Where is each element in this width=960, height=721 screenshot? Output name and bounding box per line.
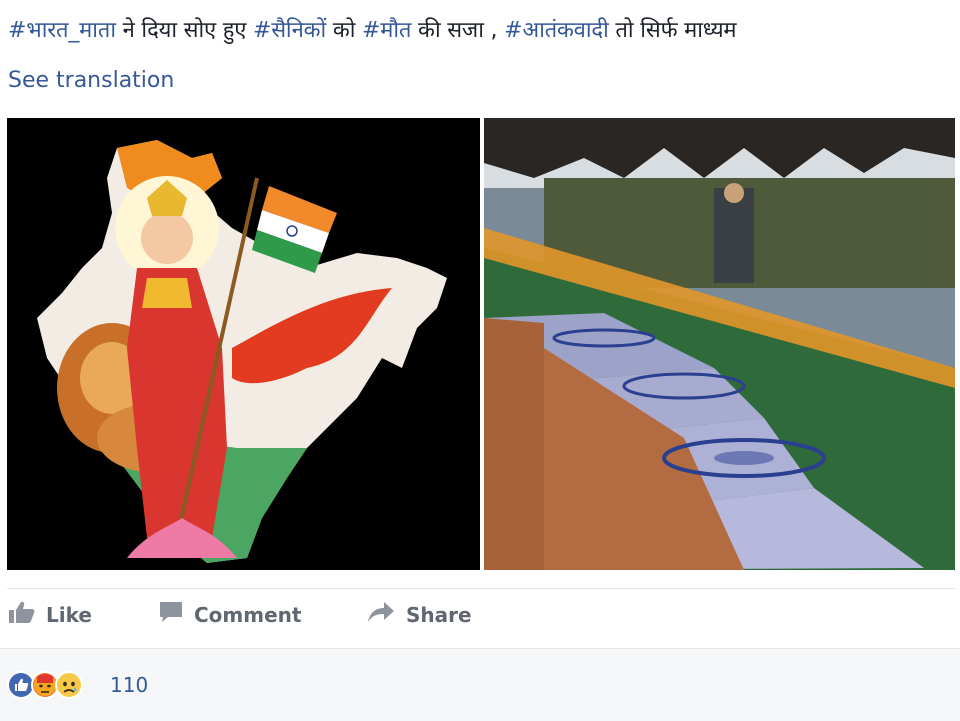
like-label: Like: [46, 602, 92, 627]
share-button[interactable]: Share: [366, 600, 472, 629]
post-text-segment: की सजा ,: [411, 18, 505, 43]
reaction-icons[interactable]: [7, 671, 103, 699]
photo-goddess-india-map[interactable]: [7, 118, 480, 570]
sad-icon: [55, 671, 83, 699]
reactions-bar: 110: [0, 648, 960, 721]
comment-label: Comment: [194, 602, 302, 627]
comment-button[interactable]: Comment: [158, 600, 301, 629]
hashtag-maut[interactable]: #मौत: [362, 18, 411, 43]
reaction-count[interactable]: 110: [110, 673, 148, 697]
share-icon: [366, 600, 396, 629]
post-text-segment: तो सिर्फ माध्यम: [608, 18, 737, 43]
see-translation-link[interactable]: See translation: [8, 68, 174, 93]
hashtag-bharat-mata[interactable]: #भारत_माता: [8, 18, 116, 43]
post-text-segment: को: [326, 18, 363, 43]
like-icon: [7, 671, 35, 699]
angry-icon: [31, 671, 59, 699]
post-text: #भारत_माता ने दिया सोए हुए #सैनिकों को #…: [8, 14, 737, 44]
thumbs-up-icon: [8, 600, 36, 629]
divider-top-actions: [7, 588, 955, 589]
hashtag-aatankvadi[interactable]: #आतंकवादी: [504, 18, 609, 43]
photo-flag-draped-coffins[interactable]: [484, 118, 955, 570]
post-text-segment: ने दिया सोए हुए: [115, 18, 254, 43]
share-label: Share: [406, 602, 472, 627]
comment-icon: [158, 600, 184, 629]
hashtag-sainikon[interactable]: #सैनिकों: [253, 18, 326, 43]
like-button[interactable]: Like: [8, 600, 92, 629]
